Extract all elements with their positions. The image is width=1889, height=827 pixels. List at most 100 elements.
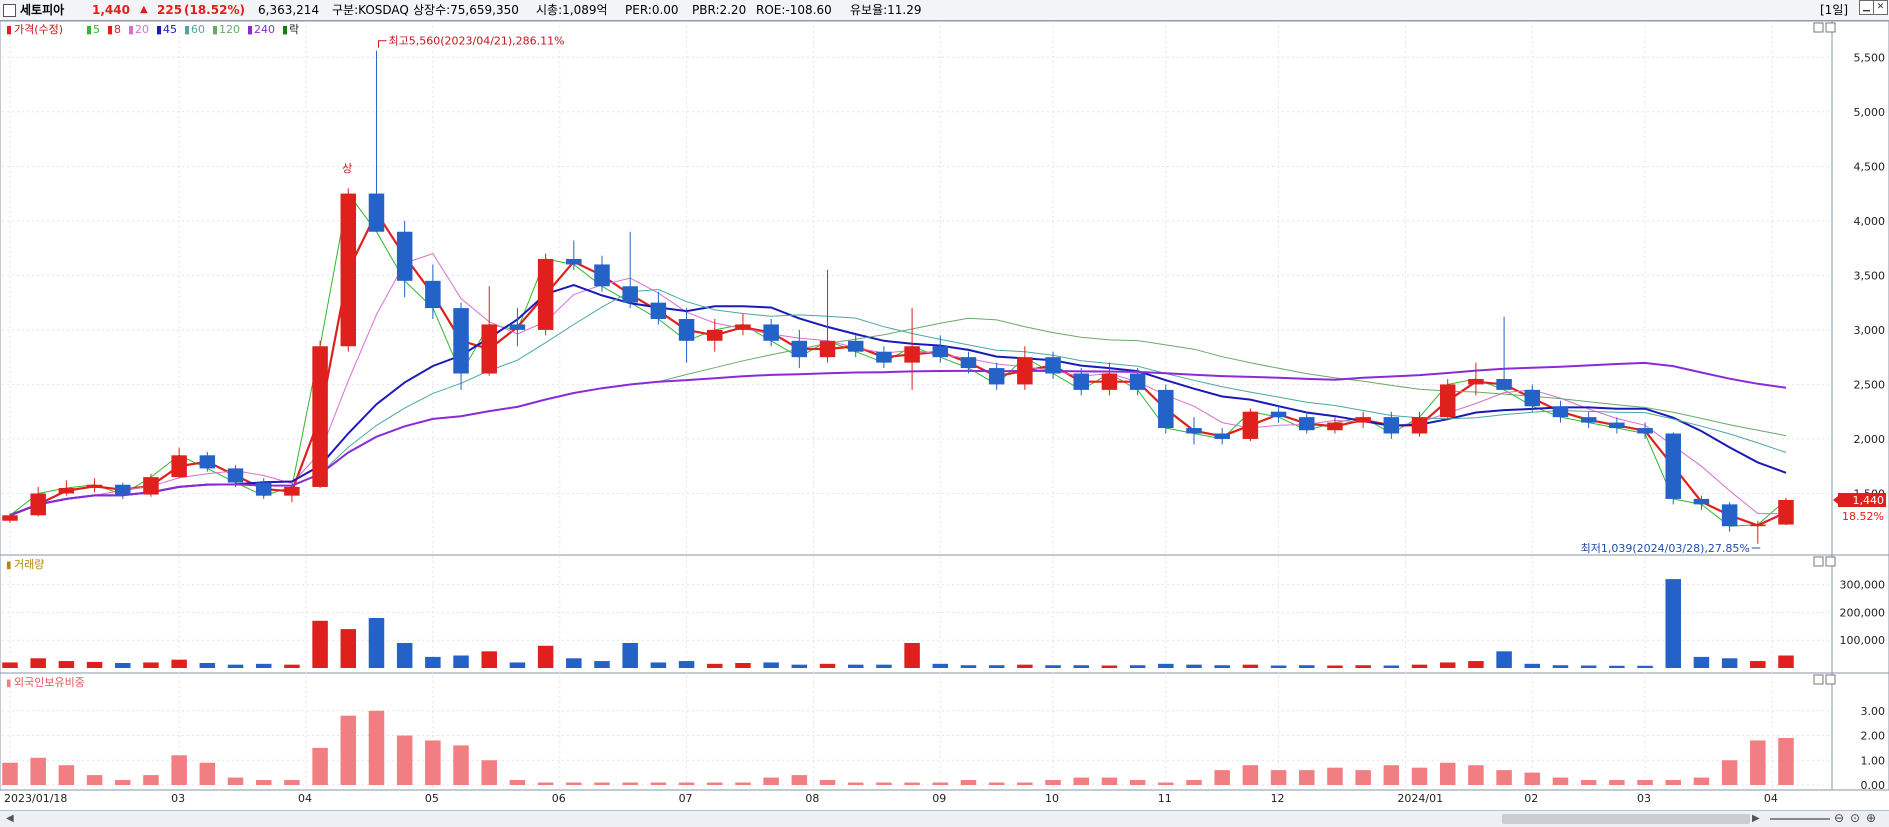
panel-close-icon [1826, 675, 1835, 684]
volume-bar [284, 665, 300, 668]
foreign-bar [1158, 783, 1174, 785]
candle [1694, 499, 1710, 504]
volume-title: 거래량 [14, 558, 44, 571]
volume-bar [228, 665, 244, 668]
foreign-bar [1045, 780, 1061, 785]
foreign-bar [59, 765, 75, 785]
candle [1017, 357, 1033, 384]
volume-bar [59, 661, 75, 668]
volume-bar [1468, 661, 1484, 668]
candle [87, 485, 103, 488]
x-tick-label: 11 [1158, 792, 1172, 805]
foreign-bar [228, 778, 244, 785]
candle [1186, 428, 1202, 433]
foreign-bar [1525, 773, 1541, 785]
volume-bar [1214, 665, 1230, 668]
volume-tick-label: 300,000 [1840, 579, 1886, 592]
legend-ma-icon: ▮ [107, 23, 113, 36]
candle [341, 194, 357, 347]
candle [876, 352, 892, 363]
candle [1468, 379, 1484, 384]
volume-bar [256, 664, 272, 668]
zoom-out-icon[interactable]: ⊖ [1834, 811, 1844, 825]
panel-close-icon [1826, 557, 1835, 566]
legend-price-label: 가격(수정) [14, 23, 63, 36]
volume-bar [763, 662, 779, 668]
volume-bar [1778, 656, 1794, 669]
foreign-bar [453, 745, 469, 785]
candle [1581, 417, 1597, 422]
candle [1384, 417, 1400, 433]
candle [651, 303, 667, 319]
zoom-in-icon[interactable]: ⊕ [1866, 811, 1876, 825]
volume-bar [876, 665, 892, 668]
candle [143, 477, 159, 494]
x-tick-label: 05 [425, 792, 439, 805]
foreign-bar [1468, 765, 1484, 785]
foreign-bar [1722, 760, 1738, 785]
volume-bar [1637, 666, 1653, 668]
foreign-bar [312, 748, 328, 785]
candle [256, 483, 272, 496]
legend-ma-label: 240 [254, 23, 275, 36]
foreign-bar [1299, 770, 1315, 785]
volume-bar [1186, 665, 1202, 668]
foreign-bar [792, 775, 808, 785]
volume-bar [1440, 662, 1456, 668]
candle [312, 346, 328, 487]
volume-bar [171, 660, 187, 668]
foreign-bar [1412, 768, 1428, 785]
candle [228, 468, 244, 482]
foreign-bar [1778, 738, 1794, 785]
foreign-bar [538, 783, 554, 785]
foreign-bar [622, 783, 638, 785]
candle [1045, 357, 1061, 373]
scroll-bar[interactable]: ◀ ▶ ⊖ ⊙ ⊕ [0, 810, 1889, 827]
scroll-left-icon[interactable]: ◀ [6, 813, 14, 824]
candle [1355, 417, 1371, 422]
x-tick-label: 03 [1637, 792, 1651, 805]
foreign-bar [1017, 783, 1033, 785]
volume-bar [538, 646, 554, 668]
foreign-bar [1214, 770, 1230, 785]
foreign-bar [397, 736, 413, 786]
volume-bar [961, 665, 977, 668]
candle [622, 286, 638, 302]
legend-ma-label: 20 [135, 23, 149, 36]
candle [1073, 374, 1089, 390]
chart-canvas[interactable]: 2023/01/18030405060708091011122024/01020… [0, 0, 1889, 810]
foreign-bar [848, 783, 864, 785]
legend-ma-label: 8 [114, 23, 121, 36]
volume-bar [1553, 665, 1569, 668]
candle [735, 324, 751, 329]
candle [1778, 500, 1794, 525]
foreign-bar [679, 783, 695, 785]
volume-bar [1355, 665, 1371, 668]
panel-minimize-icon [1814, 557, 1823, 566]
volume-bar [1665, 579, 1681, 668]
zoom-reset-icon[interactable]: ⊙ [1850, 811, 1860, 825]
volume-bar [1130, 665, 1146, 668]
scroll-right-icon[interactable]: ▶ [1752, 813, 1760, 824]
candle [2, 515, 18, 520]
candle [1327, 423, 1343, 431]
foreign-bar [1355, 770, 1371, 785]
candle [820, 341, 836, 357]
foreign-bar [341, 716, 357, 785]
candle [1214, 433, 1230, 438]
candle [1299, 417, 1315, 430]
foreign-tick-label: 3.00 [1861, 705, 1886, 718]
candle [481, 324, 497, 373]
volume-bar [510, 662, 526, 668]
volume-bar [933, 664, 949, 668]
candle [1130, 374, 1146, 390]
scroll-thumb[interactable] [1502, 814, 1750, 824]
zoom-slider[interactable] [1770, 818, 1830, 820]
candle [961, 357, 977, 368]
foreign-bar [1130, 780, 1146, 785]
volume-bar [1327, 666, 1343, 669]
foreign-bar [961, 780, 977, 785]
candle [904, 346, 920, 362]
legend-ma-icon: ▮ [184, 23, 190, 36]
volume-bar [1496, 651, 1512, 668]
